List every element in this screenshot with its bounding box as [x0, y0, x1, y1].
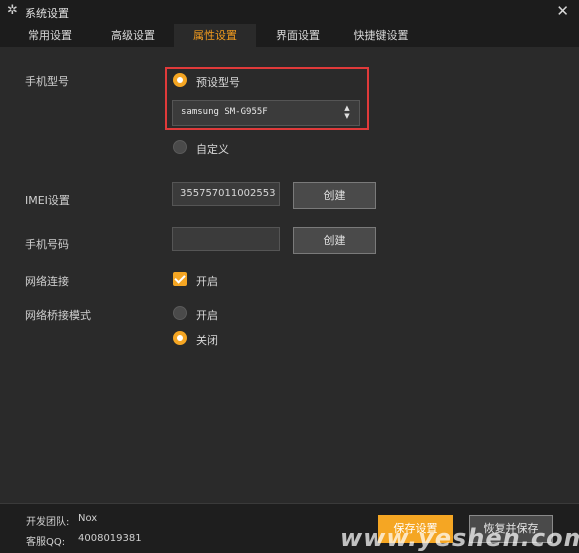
bridge-mode-label: 网络桥接模式: [25, 309, 91, 322]
imei-create-button[interactable]: 创建: [293, 182, 376, 209]
save-settings-button[interactable]: 保存设置: [378, 515, 453, 543]
network-label: 网络连接: [25, 275, 69, 288]
support-qq-label: 客服QQ:: [26, 537, 66, 548]
title-bar: ✲ 系统设置 ✕: [0, 0, 579, 24]
bridge-off-radio[interactable]: [173, 331, 187, 345]
imei-field[interactable]: 355757011002553: [172, 182, 280, 206]
dev-team-label: 开发团队:: [26, 517, 70, 528]
network-checkbox-label: 开启: [196, 275, 218, 288]
dev-team-info: 开发团队: Nox: [26, 513, 97, 528]
network-checkbox[interactable]: [173, 272, 187, 286]
preset-model-radio[interactable]: [173, 73, 187, 87]
phone-model-label: 手机型号: [25, 75, 69, 88]
tab-advanced[interactable]: 高级设置: [94, 24, 172, 47]
window-title: 系统设置: [25, 7, 69, 20]
support-qq-info: 客服QQ: 4008019381: [26, 533, 142, 548]
bridge-off-label: 关闭: [196, 334, 218, 347]
close-icon[interactable]: ✕: [556, 2, 569, 20]
gear-icon: ✲: [7, 3, 18, 18]
tab-bar: 常用设置 高级设置 属性设置 界面设置 快捷键设置: [0, 24, 579, 47]
dev-team-value: Nox: [78, 513, 98, 524]
preset-model-label: 预设型号: [196, 76, 240, 89]
custom-model-label: 自定义: [196, 143, 229, 156]
phone-model-select[interactable]: samsung SM-G955F ▲ ▼: [172, 100, 360, 126]
support-qq-value: 4008019381: [78, 533, 142, 544]
tab-interface[interactable]: 界面设置: [258, 24, 338, 47]
bridge-on-label: 开启: [196, 309, 218, 322]
custom-model-radio[interactable]: [173, 140, 187, 154]
tab-shortcuts[interactable]: 快捷键设置: [340, 24, 422, 47]
updown-chevron-icon: ▲ ▼: [344, 104, 350, 120]
tab-properties[interactable]: 属性设置: [174, 24, 256, 47]
phone-number-field[interactable]: [172, 227, 280, 251]
phone-number-label: 手机号码: [25, 238, 69, 251]
phone-model-value: samsung SM-G955F: [181, 107, 268, 117]
phone-number-create-button[interactable]: 创建: [293, 227, 376, 254]
bridge-on-radio[interactable]: [173, 306, 187, 320]
restore-and-save-button[interactable]: 恢复并保存: [469, 515, 553, 543]
imei-label: IMEI设置: [25, 194, 70, 207]
tab-general[interactable]: 常用设置: [12, 24, 88, 47]
